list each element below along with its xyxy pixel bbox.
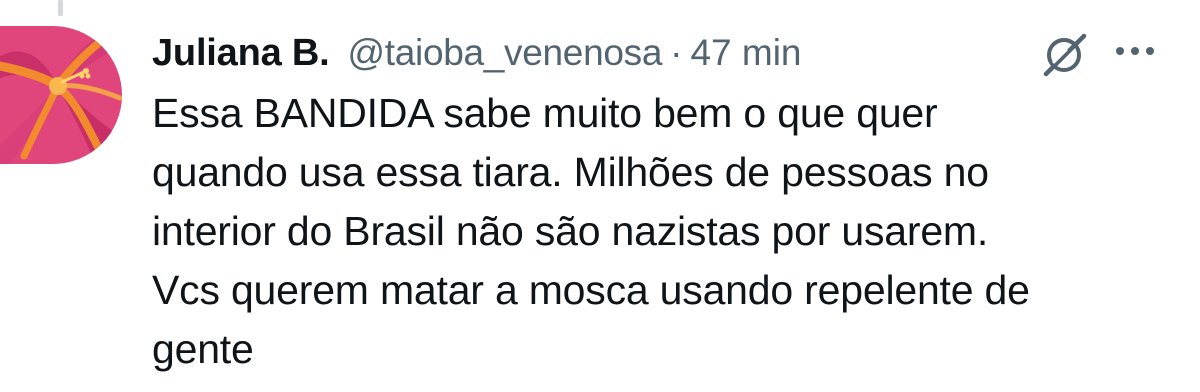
tweet-header: Juliana B. @taioba_venenosa · 47 min	[152, 28, 802, 78]
tweet-text-line: gente	[152, 326, 254, 372]
tweet-text: Essa BANDIDA sabe muito bem o que quer q…	[152, 84, 1162, 379]
hibiscus-flower-icon	[0, 26, 122, 164]
separator-dot: ·	[670, 32, 683, 73]
tweet-text-line: quando usa essa tiara. Milhões de pessoa…	[152, 149, 989, 195]
thread-connector-line	[58, 0, 63, 16]
tweet-text-line: Vcs querem matar a mosca usando repelent…	[152, 267, 1030, 313]
avatar[interactable]	[0, 26, 122, 164]
tweet-text-line: Essa BANDIDA sabe muito bem o que quer	[152, 90, 938, 136]
tweet-text-line: interior do Brasil não são nazistas por …	[152, 208, 989, 254]
user-handle[interactable]: @taioba_venenosa	[348, 32, 663, 74]
display-name[interactable]: Juliana B.	[152, 32, 330, 75]
timestamp[interactable]: 47 min	[690, 32, 801, 74]
tweet-article[interactable]: Juliana B. @taioba_venenosa · 47 min Ess…	[0, 0, 1200, 392]
grok-icon[interactable]	[1040, 30, 1088, 78]
more-icon[interactable]	[1112, 36, 1158, 66]
